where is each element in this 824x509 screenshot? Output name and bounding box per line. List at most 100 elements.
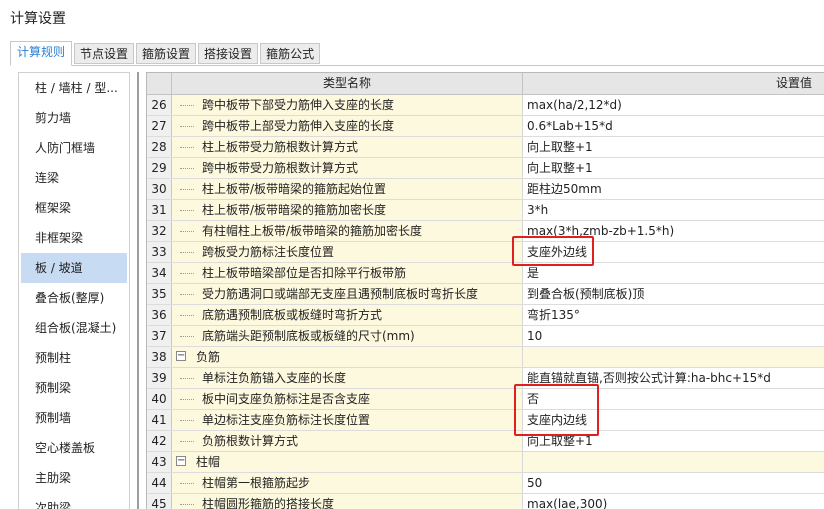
- setting-name: 跨中板带受力筋根数计算方式: [202, 161, 359, 175]
- sidebar-item[interactable]: 柱 / 墙柱 / 型...: [19, 73, 129, 103]
- table-row[interactable]: 36 底筋遇预制底板或板缝时弯折方式 弯折135°: [147, 305, 824, 326]
- table-row[interactable]: 27 跨中板带上部受力筋伸入支座的长度 0.6*Lab+15*d: [147, 116, 824, 137]
- tree-guide-line: [180, 315, 194, 316]
- sidebar-item[interactable]: 空心楼盖板: [19, 433, 129, 463]
- setting-value[interactable]: 3*h: [523, 200, 824, 220]
- setting-name: 负筋根数计算方式: [202, 434, 299, 448]
- header-value[interactable]: 设置值: [523, 73, 824, 94]
- tree-guide-line: [180, 147, 194, 148]
- tree-guide-line: [180, 105, 194, 106]
- setting-value[interactable]: 弯折135°: [523, 305, 824, 325]
- sidebar-item[interactable]: 主肋梁: [19, 463, 129, 493]
- setting-value[interactable]: 到叠合板(预制底板)顶: [523, 284, 824, 304]
- setting-value[interactable]: 50: [523, 473, 824, 493]
- highlight-box-rows-40-41: [514, 384, 599, 436]
- table-row[interactable]: 45 柱帽圆形箍筋的搭接长度 max(lae,300): [147, 494, 824, 509]
- tree-guide-line: [180, 483, 194, 484]
- setting-name-cell: 跨中板带上部受力筋伸入支座的长度: [172, 116, 523, 136]
- sidebar-item[interactable]: 非框架梁: [19, 223, 129, 253]
- tab-0[interactable]: 计算规则: [10, 41, 73, 66]
- sidebar-item[interactable]: 剪力墙: [19, 103, 129, 133]
- setting-name: 柱帽: [196, 455, 221, 469]
- row-number: 40: [147, 389, 172, 409]
- tree-guide-line: [180, 420, 194, 421]
- table-row[interactable]: 28 柱上板带受力筋根数计算方式 向上取整+1: [147, 137, 824, 158]
- tab-4[interactable]: 箍筋公式: [260, 43, 321, 64]
- tab-divider: [10, 65, 824, 66]
- row-number: 44: [147, 473, 172, 493]
- table-row[interactable]: 33 跨板受力筋标注长度位置 支座外边线: [147, 242, 824, 263]
- minus-box-icon[interactable]: −: [176, 351, 186, 361]
- minus-box-icon[interactable]: −: [176, 456, 186, 466]
- setting-name-cell: 柱上板带/板带暗梁的箍筋加密长度: [172, 200, 523, 220]
- setting-value[interactable]: max(lae,300): [523, 494, 824, 509]
- setting-value[interactable]: max(ha/2,12*d): [523, 95, 824, 115]
- setting-value[interactable]: 向上取整+1: [523, 158, 824, 178]
- sidebar-item[interactable]: 预制梁: [19, 373, 129, 403]
- sidebar-item[interactable]: 预制柱: [19, 343, 129, 373]
- table-row[interactable]: 26 跨中板带下部受力筋伸入支座的长度 max(ha/2,12*d): [147, 95, 824, 116]
- table-row[interactable]: 35 受力筋遇洞口或端部无支座且遇预制底板时弯折长度 到叠合板(预制底板)顶: [147, 284, 824, 305]
- sidebar-item[interactable]: 连梁: [19, 163, 129, 193]
- row-number: 45: [147, 494, 172, 509]
- setting-name-cell: 负筋根数计算方式: [172, 431, 523, 451]
- tree-guide-line: [180, 294, 194, 295]
- sidebar-item[interactable]: 板 / 坡道: [21, 253, 127, 283]
- sidebar-item[interactable]: 人防门框墙: [19, 133, 129, 163]
- tab-1[interactable]: 节点设置: [74, 43, 135, 64]
- table-row[interactable]: 37 底筋端头距预制底板或板缝的尺寸(mm) 10: [147, 326, 824, 347]
- group-row[interactable]: 43− 柱帽: [147, 452, 824, 473]
- grid-header: 类型名称 设置值: [147, 73, 824, 95]
- setting-name: 柱上板带受力筋根数计算方式: [202, 140, 359, 154]
- sidebar-item[interactable]: 预制墙: [19, 403, 129, 433]
- setting-name-cell: 柱帽第一根箍筋起步: [172, 473, 523, 493]
- setting-name-cell: 单标注负筋锚入支座的长度: [172, 368, 523, 388]
- window-title: 计算设置: [10, 11, 66, 27]
- setting-name: 柱帽圆形箍筋的搭接长度: [202, 497, 335, 509]
- tree-guide-line: [180, 378, 194, 379]
- tab-2[interactable]: 箍筋设置: [136, 43, 197, 64]
- setting-name-cell: 柱上板带/板带暗梁的箍筋起始位置: [172, 179, 523, 199]
- table-row[interactable]: 41 单边标注支座负筋标注长度位置 支座内边线: [147, 410, 824, 431]
- setting-name-cell: 柱帽圆形箍筋的搭接长度: [172, 494, 523, 509]
- setting-name-cell: 单边标注支座负筋标注长度位置: [172, 410, 523, 430]
- setting-name-cell: 柱上板带暗梁部位是否扣除平行板带筋: [172, 263, 523, 283]
- table-row[interactable]: 34 柱上板带暗梁部位是否扣除平行板带筋 是: [147, 263, 824, 284]
- setting-value[interactable]: 是: [523, 263, 824, 283]
- tab-3[interactable]: 搭接设置: [198, 43, 259, 64]
- setting-name: 单标注负筋锚入支座的长度: [202, 371, 347, 385]
- setting-name: 有柱帽柱上板带/板带暗梁的箍筋加密长度: [202, 224, 423, 238]
- sidebar-item[interactable]: 框架梁: [19, 193, 129, 223]
- setting-value[interactable]: 0.6*Lab+15*d: [523, 116, 824, 136]
- table-row[interactable]: 29 跨中板带受力筋根数计算方式 向上取整+1: [147, 158, 824, 179]
- setting-name: 柱上板带/板带暗梁的箍筋加密长度: [202, 203, 387, 217]
- row-number: 27: [147, 116, 172, 136]
- tree-guide-line: [180, 336, 194, 337]
- splitter[interactable]: [137, 72, 139, 509]
- tree-guide-line: [180, 441, 194, 442]
- row-number: 31: [147, 200, 172, 220]
- sidebar-item[interactable]: 次肋梁: [19, 493, 129, 509]
- table-row[interactable]: 44 柱帽第一根箍筋起步 50: [147, 473, 824, 494]
- setting-value[interactable]: 10: [523, 326, 824, 346]
- sidebar-item[interactable]: 叠合板(整厚): [19, 283, 129, 313]
- table-row[interactable]: 39 单标注负筋锚入支座的长度 能直锚就直锚,否则按公式计算:ha-bhc+15*d: [147, 368, 824, 389]
- table-row[interactable]: 30 柱上板带/板带暗梁的箍筋起始位置 距柱边50mm: [147, 179, 824, 200]
- row-number: 39: [147, 368, 172, 388]
- table-row[interactable]: 42 负筋根数计算方式 向上取整+1: [147, 431, 824, 452]
- header-name[interactable]: 类型名称: [172, 73, 523, 94]
- table-row[interactable]: 40 板中间支座负筋标注是否含支座否: [147, 389, 824, 410]
- sidebar-item[interactable]: 组合板(混凝土): [19, 313, 129, 343]
- row-number: 43: [147, 452, 172, 472]
- setting-name-cell: − 柱帽: [172, 452, 523, 472]
- table-row[interactable]: 32 有柱帽柱上板带/板带暗梁的箍筋加密长度 max(3*h,zmb-zb+1.5*…: [147, 221, 824, 242]
- setting-name-cell: 跨中板带下部受力筋伸入支座的长度: [172, 95, 523, 115]
- setting-value[interactable]: 距柱边50mm: [523, 179, 824, 199]
- setting-name-cell: 柱上板带受力筋根数计算方式: [172, 137, 523, 157]
- setting-name: 跨中板带下部受力筋伸入支座的长度: [202, 98, 395, 112]
- table-row[interactable]: 31 柱上板带/板带暗梁的箍筋加密长度 3*h: [147, 200, 824, 221]
- group-row[interactable]: 38− 负筋: [147, 347, 824, 368]
- setting-name-cell: 底筋端头距预制底板或板缝的尺寸(mm): [172, 326, 523, 346]
- settings-grid: 类型名称 设置值 26 跨中板带下部受力筋伸入支座的长度 max(ha/2,12*d…: [146, 72, 824, 509]
- setting-value[interactable]: 向上取整+1: [523, 137, 824, 157]
